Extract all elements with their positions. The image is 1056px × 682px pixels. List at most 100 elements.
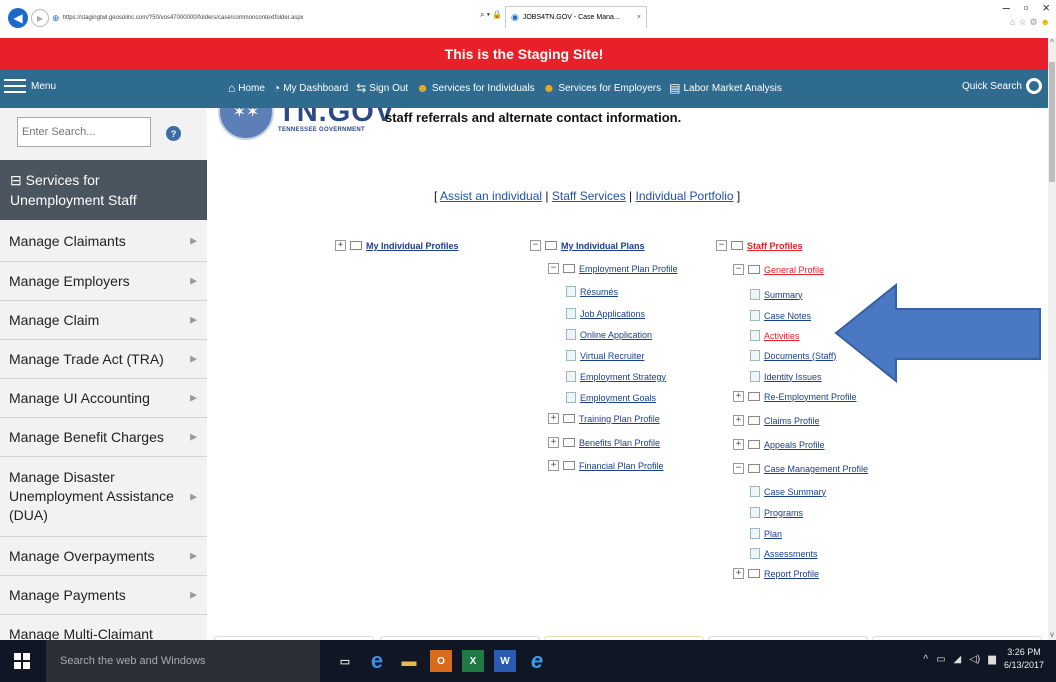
tree-link[interactable]: Summary — [764, 290, 803, 300]
tree-job-applications[interactable]: Job Applications — [566, 308, 645, 319]
tree-link[interactable]: Activities — [764, 331, 800, 341]
search-input[interactable] — [17, 117, 151, 147]
tree-appeals-profile[interactable]: + Appeals Profile — [733, 439, 825, 450]
url-text[interactable]: https://stagingtwl.geosolinc.com/?50/vos… — [63, 15, 304, 21]
tree-summary[interactable]: Summary — [750, 289, 803, 300]
sidebar-item-manage-payments[interactable]: Manage Payments ▶ — [0, 576, 207, 615]
collapse-icon[interactable]: − — [548, 263, 559, 274]
tree-link[interactable]: Report Profile — [764, 569, 819, 579]
favorites-icon[interactable]: ☆ — [1018, 17, 1026, 28]
tree-link[interactable]: Benefits Plan Profile — [579, 438, 660, 448]
individual-portfolio-link[interactable]: Individual Portfolio — [636, 189, 734, 203]
sidebar-item-manage-employers[interactable]: Manage Employers ▶ — [0, 262, 207, 301]
collapse-icon[interactable]: − — [716, 240, 727, 251]
tree-link[interactable]: General Profile — [764, 265, 824, 275]
tree-resumes[interactable]: Résumés — [566, 286, 618, 297]
tree-link[interactable]: Résumés — [580, 287, 618, 297]
page-scrollbar[interactable]: ^ v — [1048, 38, 1056, 640]
sidebar-item-manage-dua[interactable]: Manage Disaster Unemployment Assistance … — [0, 457, 207, 537]
tree-activities[interactable]: Activities — [750, 330, 800, 341]
tree-assessments[interactable]: Assessments — [750, 548, 818, 559]
collapse-icon[interactable]: − — [530, 240, 541, 251]
nav-sign-out[interactable]: ⇆ Sign Out — [356, 81, 408, 95]
expand-icon[interactable]: + — [733, 415, 744, 426]
sidebar-item-manage-trade-act[interactable]: Manage Trade Act (TRA) ▶ — [0, 340, 207, 379]
expand-icon[interactable]: + — [548, 413, 559, 424]
tree-report-profile[interactable]: + Report Profile — [733, 568, 819, 579]
nav-labor-market[interactable]: ▤ Labor Market Analysis — [669, 81, 782, 95]
taskbar-search[interactable]: Search the web and Windows — [46, 640, 320, 682]
tree-online-application[interactable]: Online Application — [566, 329, 652, 340]
battery-icon[interactable]: ▭ — [936, 654, 945, 665]
tree-link[interactable]: Plan — [764, 529, 782, 539]
windows-start-icon[interactable] — [14, 653, 30, 669]
tree-link[interactable]: Virtual Recruiter — [580, 351, 644, 361]
outlook-icon[interactable]: O — [430, 650, 452, 672]
home-icon[interactable]: ⌂ — [1010, 17, 1015, 28]
taskbar-clock[interactable]: 3:26 PM 6/13/2017 — [1004, 646, 1044, 672]
close-window-icon[interactable]: × — [1042, 0, 1050, 15]
tree-link[interactable]: Case Notes — [764, 311, 811, 321]
sidebar-item-manage-claimants[interactable]: Manage Claimants ▶ — [0, 220, 207, 262]
maximize-icon[interactable]: ▫ — [1024, 0, 1029, 15]
back-icon[interactable]: ◀ — [8, 8, 28, 28]
nav-my-dashboard[interactable]: ◔ My Dashboard — [273, 81, 348, 95]
assist-individual-link[interactable]: Assist an individual — [440, 189, 542, 203]
tree-training-plan-profile[interactable]: + Training Plan Profile — [548, 413, 660, 424]
staff-services-link[interactable]: Staff Services — [552, 189, 626, 203]
excel-icon[interactable]: X — [462, 650, 484, 672]
expand-icon[interactable]: + — [733, 439, 744, 450]
menu-button[interactable]: Menu — [4, 79, 56, 93]
tree-benefits-plan-profile[interactable]: + Benefits Plan Profile — [548, 437, 660, 448]
expand-icon[interactable]: + — [548, 437, 559, 448]
tree-link[interactable]: Documents (Staff) — [764, 351, 836, 361]
tree-general-profile[interactable]: − General Profile — [733, 264, 824, 275]
tree-link[interactable]: Employment Goals — [580, 393, 656, 403]
tree-link[interactable]: Programs — [764, 508, 803, 518]
wifi-icon[interactable]: ◢ — [954, 654, 962, 665]
edge-icon[interactable]: e — [366, 648, 388, 673]
tree-documents-staff[interactable]: Documents (Staff) — [750, 350, 836, 361]
collapse-icon[interactable]: − — [733, 463, 744, 474]
tree-staff-profiles[interactable]: − Staff Profiles — [716, 240, 803, 251]
tree-identity-issues[interactable]: Identity Issues — [750, 371, 822, 382]
nav-home[interactable]: ⌂ Home — [228, 81, 265, 95]
word-icon[interactable]: W — [494, 650, 516, 672]
nav-services-individuals[interactable]: ☻ Services for Individuals — [416, 81, 534, 95]
expand-icon[interactable]: + — [733, 568, 744, 579]
help-icon[interactable]: ? — [166, 126, 181, 141]
tree-case-notes[interactable]: Case Notes — [750, 310, 811, 321]
tree-link[interactable]: Claims Profile — [764, 416, 820, 426]
file-explorer-icon[interactable]: ▬ — [398, 650, 420, 672]
collapse-icon[interactable]: − — [733, 264, 744, 275]
task-view-icon[interactable]: ▭ — [334, 650, 356, 672]
tree-case-management-profile[interactable]: − Case Management Profile — [733, 463, 868, 474]
tree-link[interactable]: Re-Employment Profile — [764, 392, 857, 402]
volume-icon[interactable]: ◁) — [969, 654, 980, 665]
settings-icon[interactable]: ⚙ — [1029, 17, 1037, 28]
tree-link[interactable]: Identity Issues — [764, 372, 822, 382]
tree-employment-plan-profile[interactable]: − Employment Plan Profile — [548, 263, 678, 274]
tree-link[interactable]: My Individual Profiles — [366, 241, 459, 251]
expand-icon[interactable]: + — [335, 240, 346, 251]
tree-link[interactable]: My Individual Plans — [561, 241, 645, 251]
sidebar-item-manage-claim[interactable]: Manage Claim ▶ — [0, 301, 207, 340]
tree-link[interactable]: Staff Profiles — [747, 241, 803, 251]
expand-icon[interactable]: + — [733, 391, 744, 402]
tab-close-icon[interactable]: × — [637, 14, 641, 21]
internet-explorer-icon[interactable]: e — [526, 648, 548, 673]
browser-tab[interactable]: ◉ JOBS4TN.GOV - Case Mana... × — [505, 6, 647, 28]
nav-services-employers[interactable]: ☻ Services for Employers — [543, 81, 661, 95]
expand-icon[interactable]: + — [548, 460, 559, 471]
tree-link[interactable]: Job Applications — [580, 309, 645, 319]
tree-link[interactable]: Training Plan Profile — [579, 414, 660, 424]
tree-link[interactable]: Online Application — [580, 330, 652, 340]
tree-link[interactable]: Employment Strategy — [580, 372, 666, 382]
tree-my-individual-plans[interactable]: − My Individual Plans — [530, 240, 645, 251]
quick-search[interactable]: Quick Search — [962, 78, 1042, 94]
tree-employment-strategy[interactable]: Employment Strategy — [566, 371, 666, 382]
sidebar-item-manage-overpayments[interactable]: Manage Overpayments ▶ — [0, 537, 207, 576]
tree-link[interactable]: Appeals Profile — [764, 440, 825, 450]
scroll-down-icon[interactable]: v — [1048, 630, 1056, 640]
scroll-thumb[interactable] — [1049, 62, 1055, 182]
